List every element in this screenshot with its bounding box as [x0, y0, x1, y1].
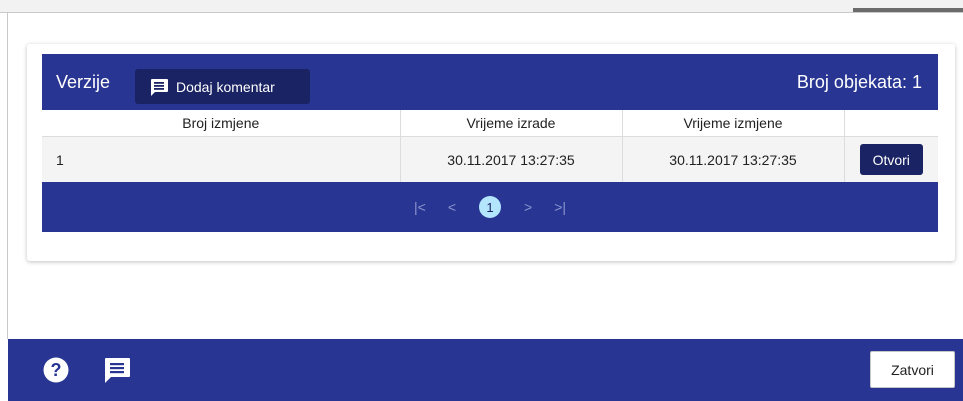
help-icon[interactable]: ?	[43, 357, 69, 383]
close-button[interactable]: Zatvori	[870, 351, 955, 388]
column-header-created[interactable]: Vrijeme izrade	[400, 110, 623, 137]
first-page-button[interactable]: |<	[414, 199, 426, 215]
add-comment-label: Dodaj komentar	[176, 78, 275, 95]
comment-icon[interactable]	[103, 357, 131, 384]
next-page-button[interactable]: >	[524, 199, 532, 215]
object-count: Broj objekata: 1	[796, 72, 922, 92]
panel-title: Verzije	[56, 72, 111, 92]
comment-icon	[151, 78, 168, 96]
cell-created: 30.11.2017 13:27:35	[400, 136, 623, 182]
column-header-actions	[844, 110, 938, 137]
pagination: |< < 1 > >|	[42, 182, 938, 232]
current-page[interactable]: 1	[479, 196, 501, 218]
window-top-edge-shade	[853, 8, 963, 12]
table-row[interactable]: 1 30.11.2017 13:27:35 30.11.2017 13:27:3…	[42, 136, 938, 182]
add-comment-button[interactable]: Dodaj komentar	[135, 69, 310, 104]
column-header-number[interactable]: Broj izmjene	[42, 110, 401, 137]
cell-number: 1	[42, 136, 401, 182]
window-top-edge	[0, 0, 963, 13]
dialog-footer: ? Zatvori	[8, 339, 963, 401]
column-header-modified[interactable]: Vrijeme izmjene	[622, 110, 845, 137]
cell-modified: 30.11.2017 13:27:35	[622, 136, 845, 182]
prev-page-button[interactable]: <	[448, 199, 456, 215]
versions-table: Broj izmjene Vrijeme izrade Vrijeme izmj…	[42, 110, 938, 182]
open-button[interactable]: Otvori	[859, 144, 923, 175]
cell-actions: Otvori	[844, 136, 938, 182]
last-page-button[interactable]: >|	[554, 199, 566, 215]
versions-card: Verzije Dodaj komentar Broj objekata: 1 …	[27, 44, 955, 261]
window-left-edge	[0, 13, 8, 339]
versions-panel: Verzije Dodaj komentar Broj objekata: 1 …	[42, 54, 938, 232]
panel-header: Verzije Dodaj komentar Broj objekata: 1	[42, 54, 938, 110]
table-header-row: Broj izmjene Vrijeme izrade Vrijeme izmj…	[42, 110, 938, 137]
svg-text:?: ?	[51, 360, 62, 380]
